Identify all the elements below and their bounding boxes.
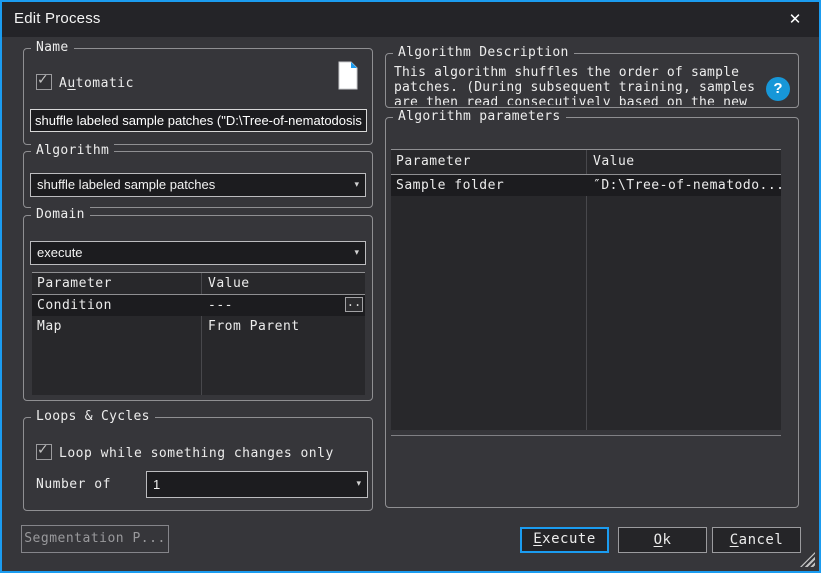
name-group: Name ✓Automatic: [23, 48, 373, 145]
table-header: Parameter Value: [391, 149, 781, 175]
ok-button[interactable]: Ok: [618, 527, 707, 553]
row-parameter: Map: [37, 316, 62, 337]
check-icon: ✓: [37, 73, 49, 87]
checkbox-box[interactable]: ✓: [36, 74, 52, 90]
algorithm-dropdown-value: shuffle labeled sample patches: [37, 174, 343, 196]
loops-cycles-group: Loops & Cycles ✓Loop while something cha…: [23, 417, 373, 511]
table-row-sample-folder[interactable]: Sample folder ″D:\Tree-of-nematodo...: [391, 175, 781, 196]
new-document-icon[interactable]: [337, 61, 359, 94]
parameters-group-title: Algorithm parameters: [393, 109, 566, 124]
algorithm-group: Algorithm shuffle labeled sample patches…: [23, 151, 373, 208]
domain-group: Domain execute ▾ Parameter Value Conditi…: [23, 215, 373, 401]
header-parameter: Parameter: [37, 273, 112, 294]
algorithm-parameters-group: Algorithm parameters Parameter Value Sam…: [385, 117, 799, 508]
row-value: ---: [208, 295, 233, 316]
check-icon: ✓: [37, 443, 49, 457]
row-value: From Parent: [208, 316, 300, 337]
resize-grip[interactable]: [800, 552, 815, 567]
description-line: This algorithm shuffles the order of sam…: [394, 65, 754, 80]
table-row-map[interactable]: Map From Parent: [32, 316, 365, 337]
algorithm-parameters-table: Parameter Value Sample folder ″D:\Tree-o…: [391, 149, 781, 430]
number-of-dropdown[interactable]: 1 ▾: [146, 471, 368, 498]
edit-process-dialog: Edit Process ✕ Name ✓ Automatic Algorithm…: [0, 0, 821, 573]
title-bar[interactable]: Edit Process ✕: [2, 2, 819, 37]
help-icon[interactable]: ?: [766, 77, 790, 101]
segmentation-button[interactable]: Segmentation P...: [21, 525, 169, 553]
header-parameter: Parameter: [396, 150, 471, 174]
chevron-down-icon: ▾: [354, 174, 359, 196]
browse-button[interactable]: ..: [345, 297, 363, 312]
automatic-checkbox[interactable]: ✓ Automatic: [36, 74, 134, 90]
domain-group-title: Domain: [31, 207, 90, 222]
process-name-input[interactable]: [30, 109, 367, 132]
name-group-title: Name: [31, 40, 74, 55]
algorithm-description-text: This algorithm shuffles the order of sam…: [394, 65, 754, 105]
description-line: are then read consecutively based on the…: [394, 95, 754, 105]
algorithm-dropdown[interactable]: shuffle labeled sample patches ▾: [30, 173, 366, 197]
row-parameter: Sample folder: [396, 175, 504, 196]
checkbox-box[interactable]: ✓: [36, 444, 52, 460]
chevron-down-icon: ▾: [356, 472, 361, 497]
chevron-down-icon: ▾: [354, 242, 359, 264]
algorithm-group-title: Algorithm: [31, 143, 114, 158]
domain-dropdown-value: execute: [37, 242, 343, 264]
table-row-condition[interactable]: Condition --- ..: [32, 295, 365, 316]
number-of-value: 1: [153, 472, 345, 497]
domain-parameters-table: Parameter Value Condition --- .. Map Fro…: [32, 272, 365, 395]
row-parameter: Condition: [37, 295, 112, 316]
close-icon[interactable]: ✕: [783, 7, 807, 31]
loop-while-label: Loop while something changes only: [59, 446, 334, 461]
header-value: Value: [208, 273, 250, 294]
table-header: Parameter Value: [32, 272, 365, 295]
row-value: ″D:\Tree-of-nematodo...: [593, 175, 781, 196]
description-line: patches. (During subsequent training, sa…: [394, 80, 754, 95]
header-value: Value: [593, 150, 635, 174]
dialog-title: Edit Process: [14, 10, 101, 27]
algorithm-description-group: Algorithm Description This algorithm shu…: [385, 53, 799, 108]
automatic-label: Automatic: [59, 76, 134, 91]
number-of-label: Number of: [36, 477, 111, 492]
description-group-title: Algorithm Description: [393, 45, 574, 60]
cancel-button[interactable]: Cancel: [712, 527, 801, 553]
loops-group-title: Loops & Cycles: [31, 409, 155, 424]
table-bottom-separator: [391, 435, 781, 436]
loop-while-checkbox[interactable]: ✓ Loop while something changes only: [36, 444, 334, 460]
execute-button[interactable]: Execute: [520, 527, 609, 553]
domain-dropdown[interactable]: execute ▾: [30, 241, 366, 265]
